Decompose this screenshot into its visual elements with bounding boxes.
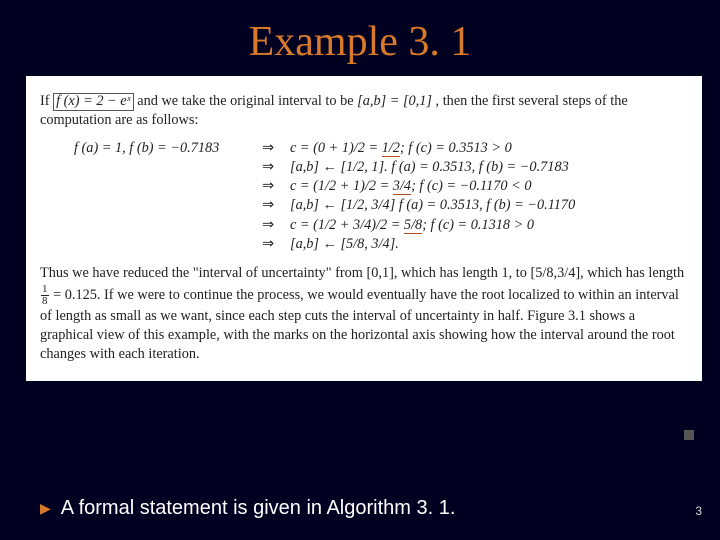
step-rhs: [a,b] ← [5/8, 3/4]. [280,235,399,254]
arrow-icon: ⇒ [256,216,280,235]
arrow-icon: ⇒ [256,177,280,196]
fx-box: f (x) = 2 − eˣ [53,93,134,111]
page-number: 3 [695,504,702,518]
math-steps: f (a) = 1, f (b) = −0.7183 ⇒ c = (0 + 1)… [74,139,688,255]
para2-t1: Thus we have reduced the "interval of un… [40,265,684,281]
math-row: f (a) = 1, f (b) = −0.7183 ⇒ c = (0 + 1)… [74,139,688,158]
rhs-post: ; f (c) = 0.1318 > 0 [422,217,534,233]
rhs-post: ; f (c) = 0.3513 > 0 [400,140,512,156]
math-row: ⇒ [a,b] ← [1/2, 1]. f (a) = 0.3513, f (b… [74,158,688,177]
initial-values: f (a) = 1, f (b) = −0.7183 [74,139,256,158]
math-row: ⇒ [a,b] ← [1/2, 3/4] f (a) = 0.3513, f (… [74,196,688,215]
decorative-square [684,430,694,440]
rhs-ul: 1/2 [382,140,400,157]
step-rhs: [a,b] ← [1/2, 1]. f (a) = 0.3513, f (b) … [280,158,569,177]
arrow-icon: ⇒ [256,158,280,177]
bullet-text: A formal statement is given in Algorithm… [61,497,456,520]
rhs-ul: 5/8 [404,217,422,234]
math-row: ⇒ [a,b] ← [5/8, 3/4]. [74,235,688,254]
rhs-ul: 3/4 [393,178,411,195]
ab-interval: [a,b] = [0,1] [357,93,432,109]
fraction-1-8: 1 8 [41,284,49,307]
intro-mid: and we take the original interval to be [137,93,357,109]
arrow-icon: ⇒ [256,235,280,254]
rhs-pre: [a,b] ← [5/8, 3/4]. [290,236,399,252]
math-row: ⇒ c = (1/2 + 3/4)/2 = 5/8; f (c) = 0.131… [74,216,688,235]
rhs-pre: c = (0 + 1)/2 = [290,140,382,156]
step-rhs: c = (1/2 + 1)/2 = 3/4; f (c) = −0.1170 <… [280,177,531,196]
step-rhs: c = (0 + 1)/2 = 1/2; f (c) = 0.3513 > 0 [280,139,512,158]
rhs-post: ; f (c) = −0.1170 < 0 [411,178,531,194]
intro-prefix: If [40,93,53,109]
slide-title: Example 3. 1 [0,0,720,76]
bullet-line: ▶ A formal statement is given in Algorit… [40,497,455,520]
conclusion-paragraph: Thus we have reduced the "interval of un… [40,264,688,364]
rhs-pre: [a,b] ← [1/2, 1]. f (a) = 0.3513, f (b) … [290,159,569,175]
rhs-pre: [a,b] ← [1/2, 3/4] f (a) = 0.3513, f (b)… [290,197,575,213]
arrow-icon: ⇒ [256,196,280,215]
content-panel: If f (x) = 2 − eˣ and we take the origin… [26,76,702,381]
rhs-pre: c = (1/2 + 3/4)/2 = [290,217,404,233]
step-rhs: c = (1/2 + 3/4)/2 = 5/8; f (c) = 0.1318 … [280,216,534,235]
para2-t2: = 0.125. If we were to continue the proc… [40,286,679,362]
math-row: ⇒ c = (1/2 + 1)/2 = 3/4; f (c) = −0.1170… [74,177,688,196]
bullet-marker-icon: ▶ [40,500,51,517]
intro-paragraph: If f (x) = 2 − eˣ and we take the origin… [40,92,688,131]
frac-num: 1 [41,284,49,296]
step-rhs: [a,b] ← [1/2, 3/4] f (a) = 0.3513, f (b)… [280,196,575,215]
rhs-pre: c = (1/2 + 1)/2 = [290,178,393,194]
frac-den: 8 [41,296,49,307]
arrow-icon: ⇒ [256,139,280,158]
